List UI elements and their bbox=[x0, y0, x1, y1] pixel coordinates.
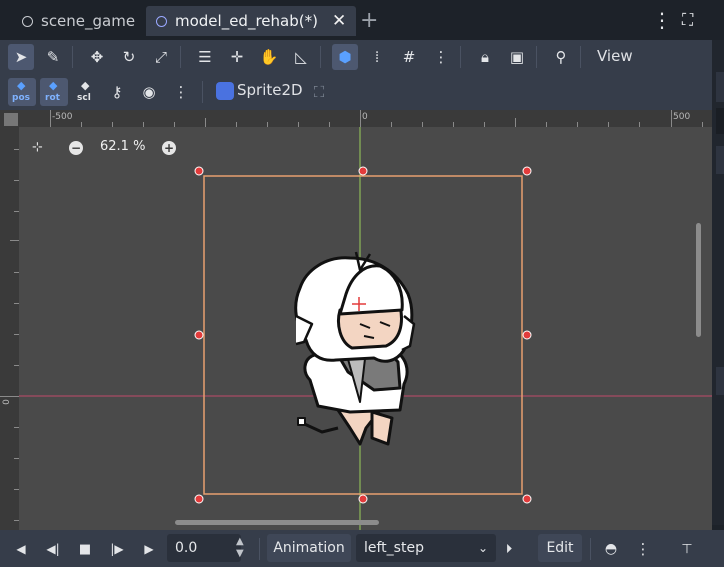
handle-bottom bbox=[358, 494, 368, 504]
animation-select-value: left_step bbox=[364, 540, 424, 556]
tab-scene-game[interactable]: scene_game bbox=[22, 6, 135, 36]
handle-bottom-right bbox=[522, 494, 532, 504]
horizontal-scrollbar[interactable] bbox=[175, 520, 379, 525]
smart-snap-icon[interactable]: ⬢ bbox=[332, 44, 358, 70]
inspector-edge-item bbox=[716, 367, 724, 395]
time-stepper-icon[interactable]: ▲ ▼ bbox=[236, 536, 244, 560]
group-icon[interactable]: ▣ bbox=[504, 44, 530, 70]
scene-circle-icon bbox=[22, 15, 33, 27]
onion-skin-icon[interactable]: ◓ bbox=[598, 536, 624, 562]
sprite2d-node-icon bbox=[216, 82, 234, 100]
handle-top bbox=[358, 166, 368, 176]
edit-menu-label: Edit bbox=[546, 540, 574, 556]
onion-options-icon[interactable]: ⋮ bbox=[630, 536, 656, 562]
time-value: 0.0 bbox=[175, 540, 198, 556]
move-mode-icon[interactable]: ✥ bbox=[84, 44, 110, 70]
snap-icon[interactable]: ⦙ bbox=[364, 44, 390, 70]
close-tab-icon[interactable]: ✕ bbox=[332, 11, 346, 31]
divider bbox=[202, 81, 203, 103]
scene-circle-icon bbox=[156, 15, 167, 27]
play-icon[interactable]: |▶︎ bbox=[104, 536, 130, 562]
animation-time-input[interactable]: 0.0 bbox=[167, 534, 241, 562]
snap-options-icon[interactable]: ⋮ bbox=[428, 44, 454, 70]
canvas-drawing bbox=[19, 127, 712, 530]
inspector-edge-item bbox=[716, 108, 724, 134]
divider bbox=[320, 46, 321, 68]
bone-icon[interactable]: ⚲ bbox=[548, 44, 574, 70]
insert-key-icon[interactable]: ⚷ bbox=[104, 79, 130, 105]
canvas-viewport[interactable]: -500 0 500 0 ⊹ − 62.1 % + bbox=[0, 110, 712, 530]
expand-icon[interactable]: ⛶ bbox=[682, 10, 693, 30]
play-backwards-icon[interactable]: ◀︎| bbox=[40, 536, 66, 562]
handle-left bbox=[194, 330, 204, 340]
divider bbox=[580, 46, 581, 68]
key-position-button[interactable]: pos ◆ bbox=[8, 78, 36, 106]
divider bbox=[72, 46, 73, 68]
handle-top-right bbox=[522, 166, 532, 176]
tab-model-ed-rehab[interactable]: model_ed_rehab(*) ✕ bbox=[146, 6, 357, 36]
stop-icon[interactable]: ■ bbox=[72, 536, 98, 562]
vertical-scrollbar[interactable] bbox=[696, 223, 701, 337]
select-mode-icon[interactable]: ➤ bbox=[8, 44, 34, 70]
autoplay-icon[interactable]: ⏵ bbox=[496, 536, 522, 562]
divider bbox=[259, 538, 260, 560]
animation-key-toolbar: pos ◆ rot ◆ scl ◆ ⚷ ◉ ⋮ Sprite2D ⛶ bbox=[0, 74, 712, 110]
animation-panel-toolbar: ◀ ◀︎| ■ |▶︎ ▶ 0.0 ▲ ▼ Animation left_step… bbox=[0, 530, 724, 567]
tab-label: model_ed_rehab(*) bbox=[175, 12, 318, 30]
animation-menu-button[interactable]: Animation bbox=[267, 534, 351, 562]
key-rotation-button[interactable]: rot ◆ bbox=[40, 78, 68, 106]
fit-to-frame-icon[interactable]: ⛶ bbox=[306, 79, 332, 105]
divider bbox=[180, 46, 181, 68]
play-from-start-icon[interactable]: ▶ bbox=[136, 536, 162, 562]
scene-tab-bar: scene_game model_ed_rehab(*) ✕ + ⋮ ⛶ bbox=[0, 0, 724, 40]
pin-icon[interactable]: ⊤ bbox=[674, 536, 700, 562]
key-options-icon[interactable]: ⋮ bbox=[168, 79, 194, 105]
selected-node-name: Sprite2D bbox=[237, 81, 303, 99]
divider bbox=[590, 538, 591, 560]
handle-right bbox=[522, 330, 532, 340]
canvas-toolbar: ➤ ✎ ✥ ↻ ⤢ ☰ ✛ ✋ ◺ ⬢ ⦙ # ⋮ 🔒︎ ▣ ⚲ View bbox=[0, 40, 712, 74]
pan-hand-icon[interactable]: ✋ bbox=[256, 44, 282, 70]
handle-top-left bbox=[194, 166, 204, 176]
divider bbox=[460, 46, 461, 68]
animation-menu-label: Animation bbox=[273, 540, 345, 556]
list-select-icon[interactable]: ☰ bbox=[192, 44, 218, 70]
rotate-mode-icon[interactable]: ↻ bbox=[116, 44, 142, 70]
add-tab-icon[interactable]: + bbox=[360, 8, 378, 33]
more-vert-icon[interactable]: ⋮ bbox=[652, 8, 672, 32]
record-key-icon[interactable]: ◉ bbox=[136, 79, 162, 105]
edit-menu-button[interactable]: Edit bbox=[538, 534, 582, 562]
view-menu-button[interactable]: View bbox=[597, 47, 633, 65]
divider bbox=[536, 46, 537, 68]
paint-brush-icon[interactable]: ✎ bbox=[40, 44, 66, 70]
inspector-edge-item bbox=[716, 146, 724, 174]
chevron-down-icon: ⌄ bbox=[477, 541, 488, 555]
character-sprite bbox=[294, 251, 416, 446]
ruler-icon[interactable]: ◺ bbox=[288, 44, 314, 70]
scale-mode-icon[interactable]: ⤢ bbox=[148, 44, 174, 70]
play-backwards-from-end-icon[interactable]: ◀ bbox=[8, 536, 34, 562]
pivot-icon[interactable]: ✛ bbox=[224, 44, 250, 70]
tab-label: scene_game bbox=[41, 12, 136, 30]
handle-bottom-left bbox=[194, 494, 204, 504]
inspector-edge-item bbox=[716, 72, 724, 102]
lock-icon[interactable]: 🔒︎ bbox=[472, 44, 498, 70]
animation-select[interactable]: left_step ⌄ bbox=[356, 534, 496, 562]
grid-snap-icon[interactable]: # bbox=[396, 44, 422, 70]
key-scale-button[interactable]: scl ◆ bbox=[72, 78, 100, 106]
